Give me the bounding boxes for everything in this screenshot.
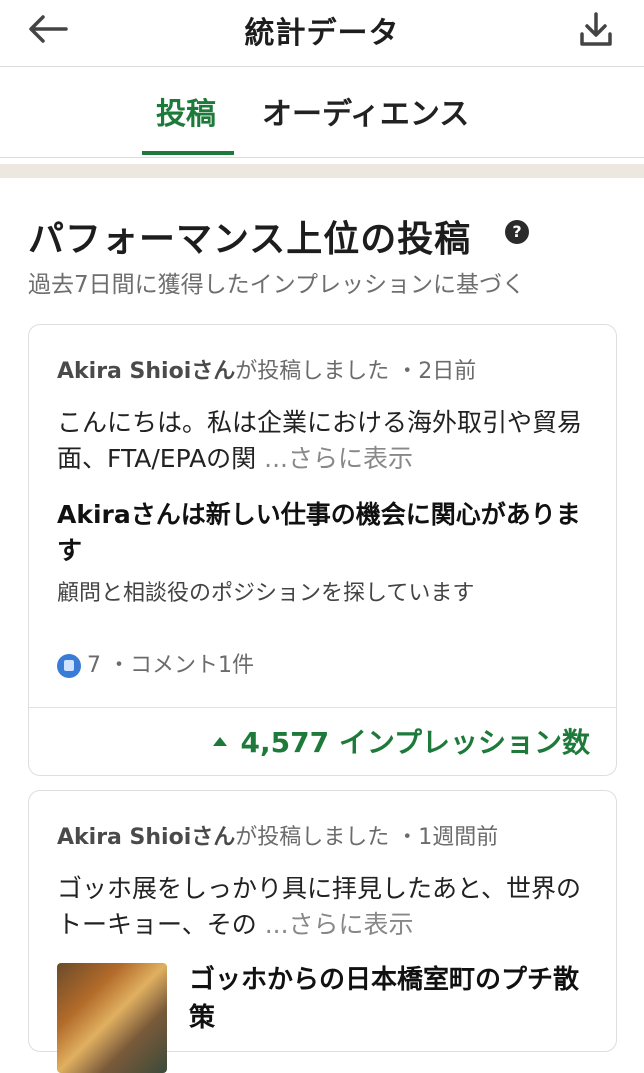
link-thumbnail-image[interactable] (57, 963, 167, 1073)
tab-bar: 投稿 オーディエンス (0, 67, 644, 158)
download-icon[interactable] (574, 8, 618, 52)
section-subtitle: 過去7日間に獲得したインプレッションに基づく (28, 272, 525, 298)
impressions-stat[interactable]: 4,577 インプレッション数 (212, 721, 590, 761)
post-author[interactable]: Akira Shioiさん (57, 825, 235, 850)
tab-audience[interactable]: オーディエンス (262, 89, 469, 133)
post-headline[interactable]: Akiraさんは新しい仕事の機会に関心があります (57, 497, 587, 569)
post-text: ゴッホ展をしっかり具に拝見したあと、世界のトーキョー、その ...さらに表示 (57, 871, 587, 943)
post-description: 顧問と相談役のポジションを探しています (57, 581, 475, 606)
active-tab-indicator (142, 151, 234, 155)
post-card[interactable]: Akira Shioiさんが投稿しました ・1週間前 ゴッホ展をしっかり具に拝見… (28, 790, 617, 1073)
trend-up-icon (212, 736, 227, 746)
post-reactions[interactable]: 7 ・コメント1件 (57, 647, 254, 679)
like-icon (57, 654, 81, 678)
link-title[interactable]: ゴッホからの日本橋室町のプチ散策 (189, 961, 589, 1037)
impressions-label: 4,577 インプレッション数 (240, 726, 590, 759)
see-more-link[interactable]: ...さらに表示 (265, 910, 414, 939)
top-bar: 統計データ (0, 0, 644, 67)
post-meta: Akira Shioiさんが投稿しました ・2日前 (57, 353, 476, 385)
reaction-count: 7 (87, 653, 101, 678)
see-more-link[interactable]: ...さらに表示 (264, 444, 413, 473)
post-meta: Akira Shioiさんが投稿しました ・1週間前 (57, 819, 498, 851)
post-time: ・2日前 (396, 359, 477, 384)
tab-posts[interactable]: 投稿 (156, 89, 216, 133)
post-time: ・1週間前 (396, 825, 499, 850)
section-divider (0, 164, 644, 178)
post-text: こんにちは。私は企業における海外取引や貿易面、FTA/EPAの関 ...さらに表… (57, 405, 587, 477)
post-action: が投稿しました (235, 825, 390, 850)
page-title: 統計データ (244, 16, 400, 51)
post-author[interactable]: Akira Shioiさん (57, 359, 235, 384)
post-action: が投稿しました (235, 359, 390, 384)
help-icon[interactable]: ? (505, 220, 529, 244)
card-divider (29, 707, 616, 708)
comment-count: ・コメント1件 (108, 653, 254, 678)
section-title: パフォーマンス上位の投稿 (28, 219, 472, 260)
post-card[interactable]: Akira Shioiさんが投稿しました ・2日前 こんにちは。私は企業における… (28, 324, 617, 776)
